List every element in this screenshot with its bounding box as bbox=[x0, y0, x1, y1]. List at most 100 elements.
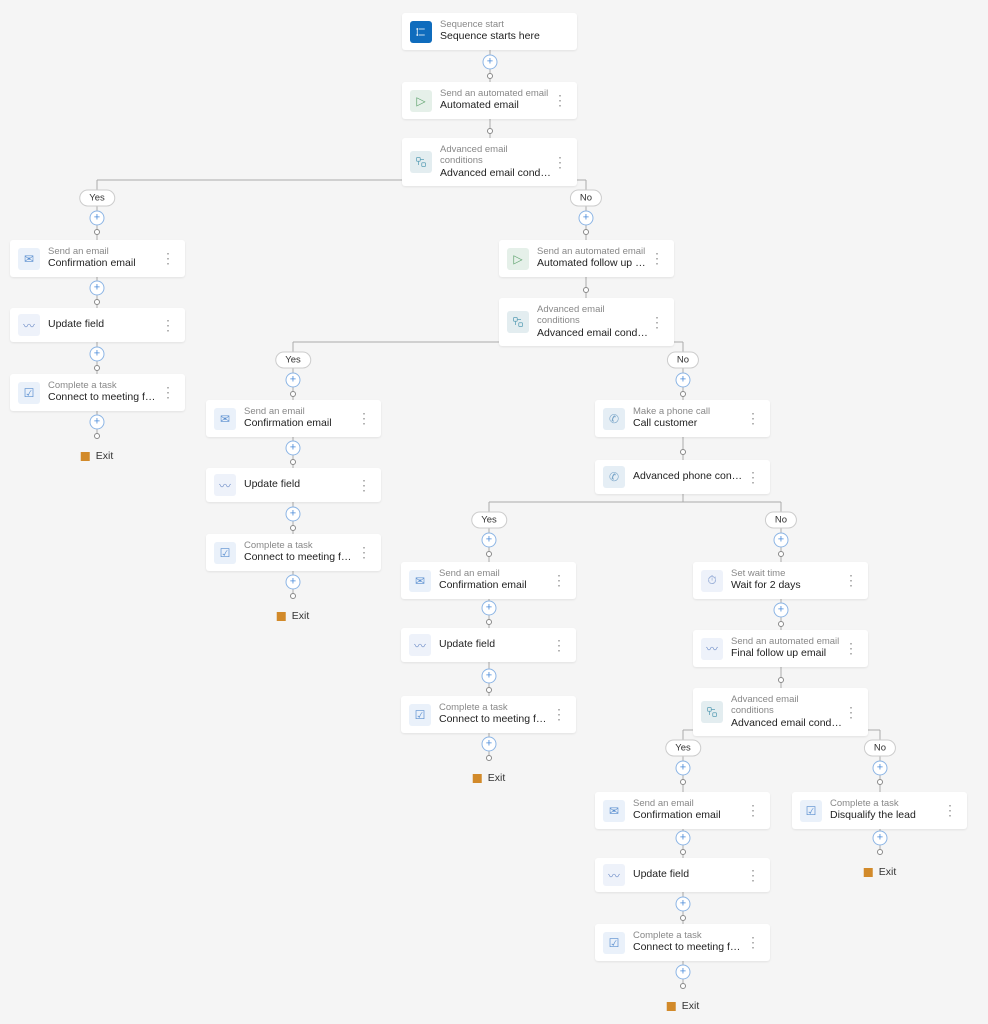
more-icon[interactable]: ⋮ bbox=[744, 934, 762, 951]
node-title: Disqualify the lead bbox=[830, 809, 941, 823]
more-icon[interactable]: ⋮ bbox=[744, 469, 762, 486]
node-task-4[interactable]: ☑ Complete a task Connect to meeting for… bbox=[595, 924, 770, 961]
node-type: Set wait time bbox=[731, 568, 842, 579]
more-icon[interactable]: ⋮ bbox=[941, 802, 959, 819]
node-title: Confirmation email bbox=[439, 579, 550, 593]
add-step-button[interactable]: + bbox=[676, 831, 691, 846]
add-step-button[interactable]: + bbox=[873, 831, 888, 846]
node-title: Final follow up email bbox=[731, 647, 842, 661]
add-step-button[interactable]: + bbox=[676, 761, 691, 776]
node-title: Connect to meeting for product demo r... bbox=[48, 391, 159, 405]
start-icon bbox=[410, 21, 432, 43]
node-title: Update field bbox=[439, 638, 550, 652]
add-step-button[interactable]: + bbox=[90, 211, 105, 226]
node-automated-email-1[interactable]: ▷ Send an automated email Automated emai… bbox=[402, 82, 577, 119]
node-update-field-1[interactable]: 〰 Update field ⋮ bbox=[10, 308, 185, 342]
add-step-button[interactable]: + bbox=[676, 897, 691, 912]
node-phone-condition[interactable]: ✆ Advanced phone condition ⋮ bbox=[595, 460, 770, 494]
connector-dot bbox=[94, 299, 100, 305]
more-icon[interactable]: ⋮ bbox=[550, 706, 568, 723]
add-step-button[interactable]: + bbox=[286, 441, 301, 456]
more-icon[interactable]: ⋮ bbox=[159, 250, 177, 267]
exit-marker: Exit bbox=[277, 610, 310, 622]
node-advanced-conditions-2[interactable]: Advanced email conditions Advanced email… bbox=[499, 298, 674, 346]
add-step-button[interactable]: + bbox=[774, 603, 789, 618]
node-update-field-4[interactable]: 〰 Update field ⋮ bbox=[595, 858, 770, 892]
exit-label: Exit bbox=[292, 610, 310, 622]
node-type: Advanced email conditions bbox=[537, 304, 648, 327]
add-step-button[interactable]: + bbox=[286, 575, 301, 590]
add-step-button[interactable]: + bbox=[482, 533, 497, 548]
exit-label: Exit bbox=[879, 866, 897, 878]
node-type: Send an automated email bbox=[537, 246, 648, 257]
more-icon[interactable]: ⋮ bbox=[355, 544, 373, 561]
email-icon: ✉ bbox=[603, 800, 625, 822]
add-step-button[interactable]: + bbox=[579, 211, 594, 226]
add-step-button[interactable]: + bbox=[90, 347, 105, 362]
add-step-button[interactable]: + bbox=[482, 601, 497, 616]
node-sequence-start[interactable]: Sequence start Sequence starts here bbox=[402, 13, 577, 50]
more-icon[interactable]: ⋮ bbox=[355, 410, 373, 427]
more-icon[interactable]: ⋮ bbox=[551, 154, 569, 171]
add-step-button[interactable]: + bbox=[774, 533, 789, 548]
more-icon[interactable]: ⋮ bbox=[842, 572, 860, 589]
node-confirmation-email-3[interactable]: ✉ Send an email Confirmation email ⋮ bbox=[401, 562, 576, 599]
node-update-field-2[interactable]: 〰 Update field ⋮ bbox=[206, 468, 381, 502]
exit-label: Exit bbox=[96, 450, 114, 462]
node-type: Send an automated email bbox=[731, 636, 842, 647]
add-step-button[interactable]: + bbox=[676, 373, 691, 388]
more-icon[interactable]: ⋮ bbox=[159, 317, 177, 334]
exit-label: Exit bbox=[682, 1000, 700, 1012]
add-step-button[interactable]: + bbox=[90, 415, 105, 430]
node-automated-followup[interactable]: ▷ Send an automated email Automated foll… bbox=[499, 240, 674, 277]
node-final-followup[interactable]: 〰 Send an automated email Final follow u… bbox=[693, 630, 868, 667]
connector-dot bbox=[778, 677, 784, 683]
more-icon[interactable]: ⋮ bbox=[744, 410, 762, 427]
node-advanced-conditions-3[interactable]: Advanced email conditions Advanced email… bbox=[693, 688, 868, 736]
node-confirmation-email-1[interactable]: ✉ Send an email Confirmation email ⋮ bbox=[10, 240, 185, 277]
add-step-button[interactable]: + bbox=[286, 373, 301, 388]
more-icon[interactable]: ⋮ bbox=[648, 250, 666, 267]
more-icon[interactable]: ⋮ bbox=[550, 572, 568, 589]
more-icon[interactable]: ⋮ bbox=[744, 802, 762, 819]
node-task-2[interactable]: ☑ Complete a task Connect to meeting for… bbox=[206, 534, 381, 571]
connector-dot bbox=[680, 449, 686, 455]
node-task-3[interactable]: ☑ Complete a task Connect to meeting for… bbox=[401, 696, 576, 733]
connector-dot bbox=[290, 525, 296, 531]
add-step-button[interactable]: + bbox=[676, 965, 691, 980]
add-step-button[interactable]: + bbox=[286, 507, 301, 522]
connector-dot bbox=[94, 365, 100, 371]
add-step-button[interactable]: + bbox=[873, 761, 888, 776]
conditions-icon bbox=[410, 151, 432, 173]
node-title: Update field bbox=[244, 478, 355, 492]
node-update-field-3[interactable]: 〰 Update field ⋮ bbox=[401, 628, 576, 662]
node-title: Sequence starts here bbox=[440, 30, 569, 44]
conditions-icon bbox=[701, 701, 723, 723]
more-icon[interactable]: ⋮ bbox=[550, 637, 568, 654]
node-advanced-conditions-1[interactable]: Advanced email conditions Advanced email… bbox=[402, 138, 577, 186]
more-icon[interactable]: ⋮ bbox=[159, 384, 177, 401]
add-step-button[interactable]: + bbox=[482, 737, 497, 752]
node-confirmation-email-2[interactable]: ✉ Send an email Confirmation email ⋮ bbox=[206, 400, 381, 437]
add-step-button[interactable]: + bbox=[482, 669, 497, 684]
add-step-button[interactable]: + bbox=[483, 55, 498, 70]
connector-dot bbox=[680, 849, 686, 855]
email-icon: ✉ bbox=[409, 570, 431, 592]
node-title: Advanced email conditions bbox=[731, 717, 842, 731]
more-icon[interactable]: ⋮ bbox=[842, 704, 860, 721]
node-phone-call[interactable]: ✆ Make a phone call Call customer ⋮ bbox=[595, 400, 770, 437]
more-icon[interactable]: ⋮ bbox=[355, 477, 373, 494]
node-wait-time[interactable]: ⏱ Set wait time Wait for 2 days ⋮ bbox=[693, 562, 868, 599]
more-icon[interactable]: ⋮ bbox=[842, 640, 860, 657]
more-icon[interactable]: ⋮ bbox=[744, 867, 762, 884]
more-icon[interactable]: ⋮ bbox=[648, 314, 666, 331]
node-confirmation-email-4[interactable]: ✉ Send an email Confirmation email ⋮ bbox=[595, 792, 770, 829]
add-step-button[interactable]: + bbox=[90, 281, 105, 296]
node-task-1[interactable]: ☑ Complete a task Connect to meeting for… bbox=[10, 374, 185, 411]
more-icon[interactable]: ⋮ bbox=[551, 92, 569, 109]
exit-icon bbox=[81, 452, 90, 461]
connector-dot bbox=[486, 755, 492, 761]
exit-icon bbox=[473, 774, 482, 783]
node-disqualify-lead[interactable]: ☑ Complete a task Disqualify the lead ⋮ bbox=[792, 792, 967, 829]
exit-icon bbox=[277, 612, 286, 621]
